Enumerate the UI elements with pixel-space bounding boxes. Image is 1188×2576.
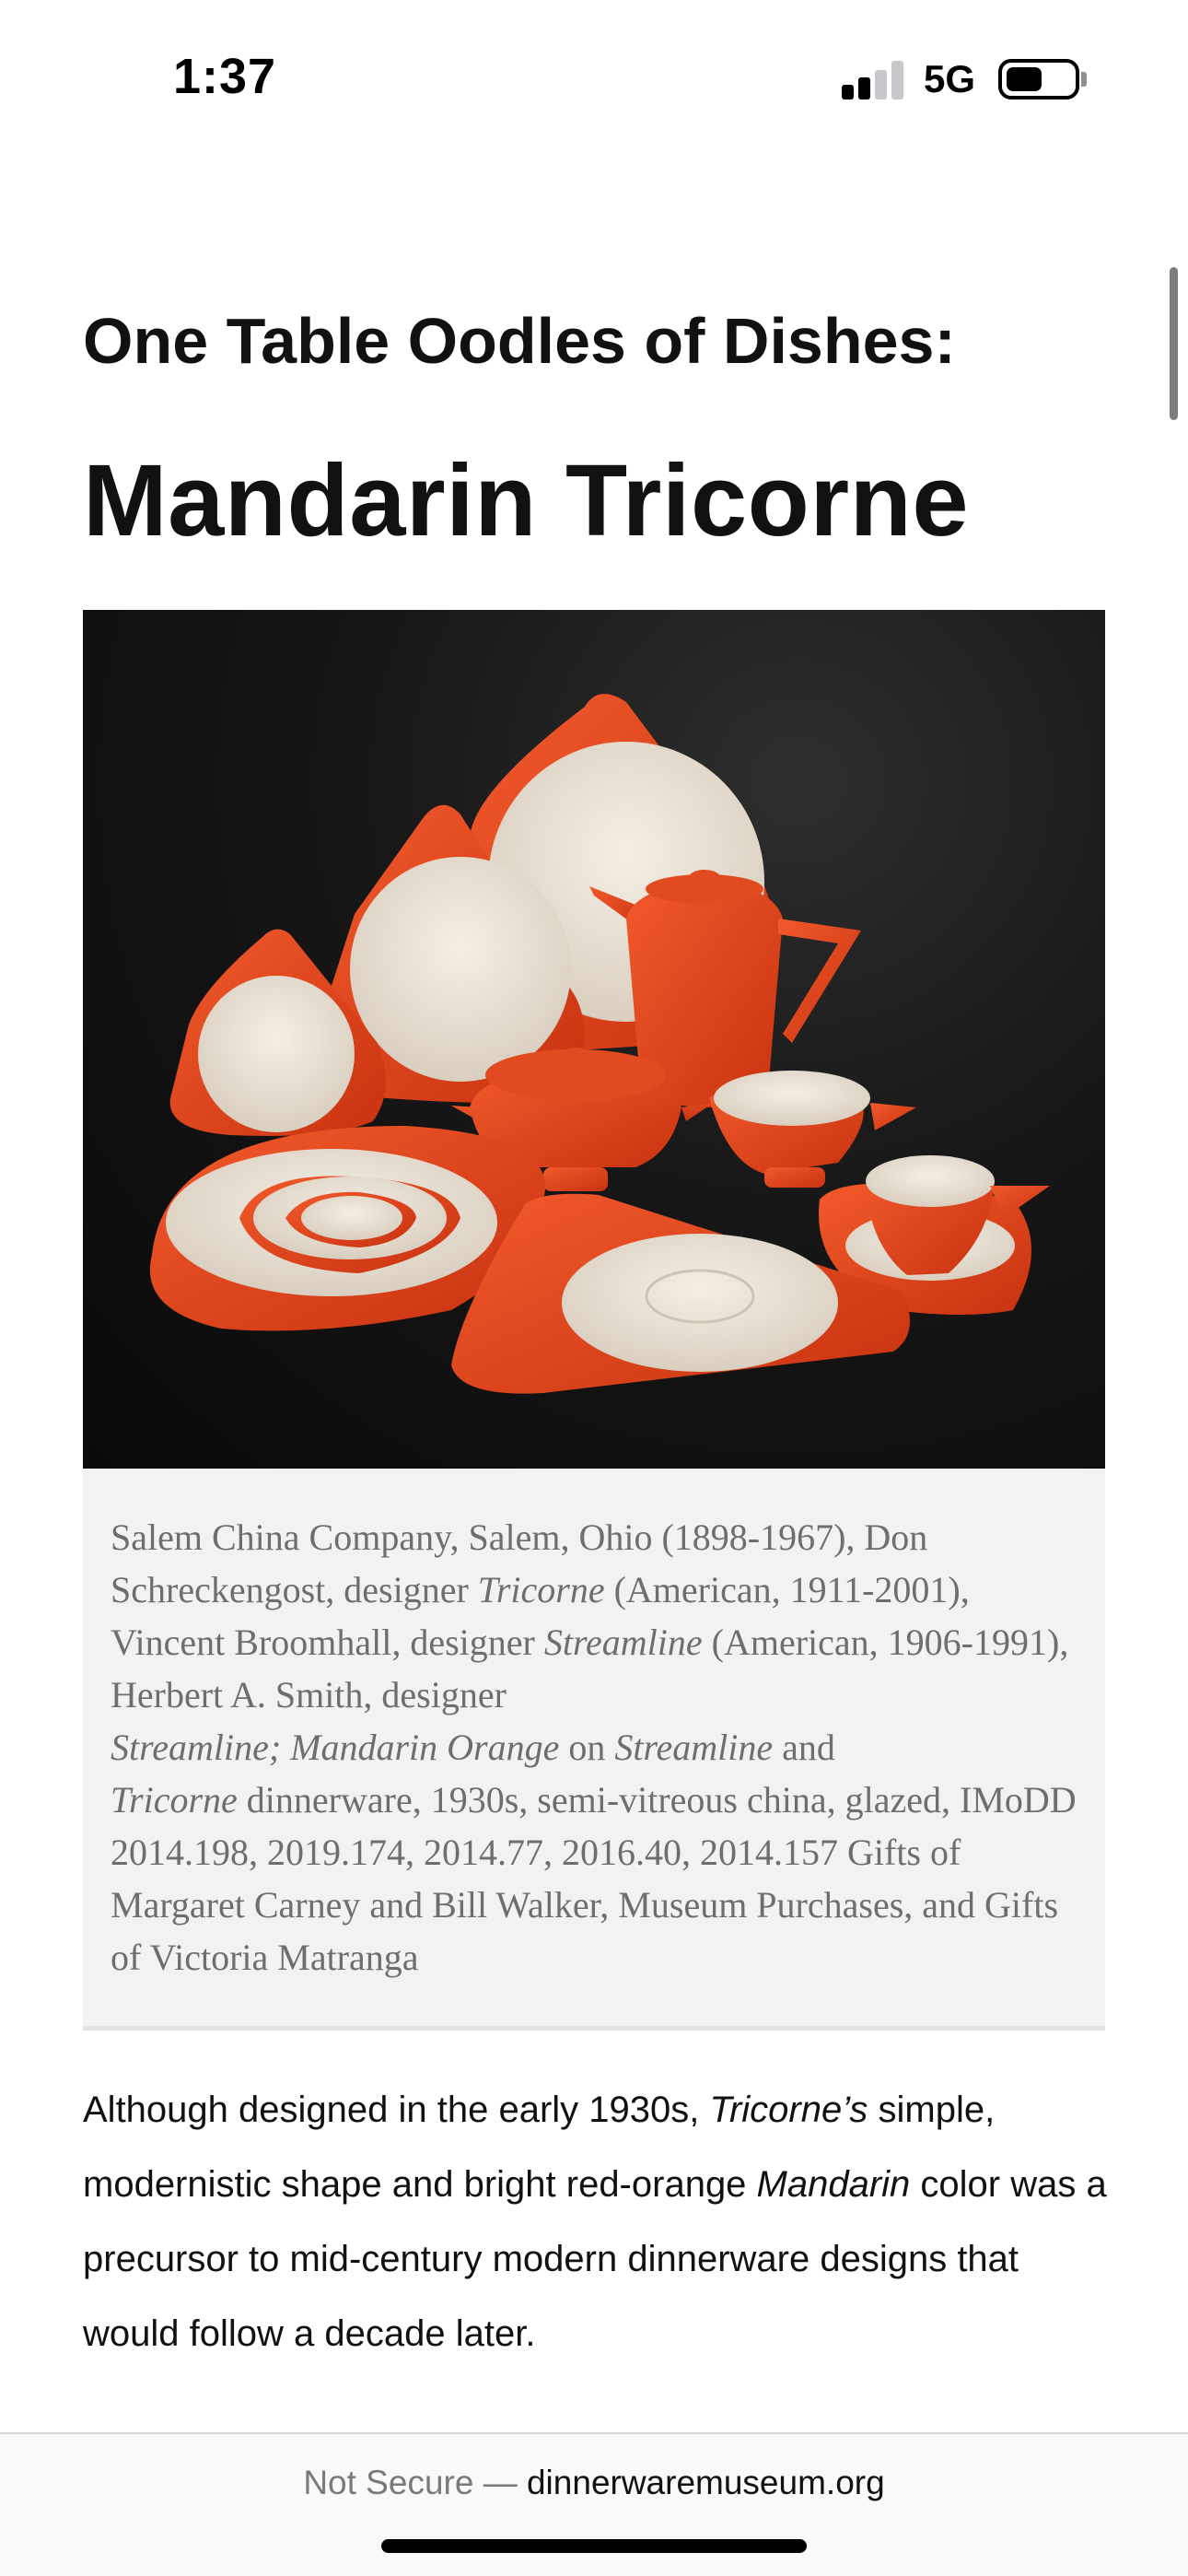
battery-cap xyxy=(1081,72,1087,87)
image-caption: Salem China Company, Salem, Ohio (1898-1… xyxy=(83,1469,1105,2031)
home-indicator[interactable] xyxy=(381,2539,807,2553)
article-title: Mandarin Tricorne xyxy=(83,444,970,557)
not-secure-label: Not Secure — xyxy=(303,2464,518,2501)
tricorne-dinnerware-illustration xyxy=(149,694,1050,1394)
tableware-photo xyxy=(83,610,1105,1469)
scroll-indicator[interactable] xyxy=(1170,267,1178,420)
url-display[interactable]: Not Secure — dinnerwaremuseum.org xyxy=(0,2464,1188,2502)
status-time: 1:37 xyxy=(173,49,277,104)
caption-text: Salem China Company, Salem, Ohio (1898-1… xyxy=(111,1516,1077,1978)
domain-label: dinnerwaremuseum.org xyxy=(526,2464,885,2501)
article-body-paragraph: Although designed in the early 1930s, Tr… xyxy=(83,2090,1107,2354)
article-kicker: One Table Oodles of Dishes: xyxy=(83,305,956,377)
battery-icon xyxy=(998,59,1079,100)
cellular-signal-icon xyxy=(842,61,904,100)
browser-address-bar[interactable]: Not Secure — dinnerwaremuseum.org xyxy=(0,2432,1188,2576)
network-type: 5G xyxy=(924,57,976,100)
status-bar: 1:37 5G xyxy=(0,0,1188,157)
